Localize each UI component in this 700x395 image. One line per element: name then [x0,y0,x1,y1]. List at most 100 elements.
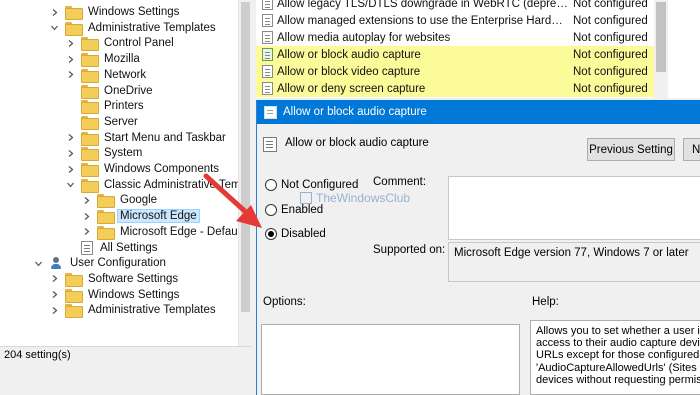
folder-icon [97,225,115,240]
help-text-line: access to their audio capture device. [536,337,700,350]
tree-pane: Windows Settings Administrative Templates… [0,0,238,346]
chevron-down-icon[interactable] [34,259,43,268]
tree-item[interactable]: Printers [66,98,146,115]
chevron-right-icon[interactable] [82,196,91,205]
tree-item[interactable]: OneDrive [66,83,155,99]
tree-item[interactable]: Windows Settings [50,287,181,303]
folder-icon [97,210,115,225]
tree-item-label: Mozilla [104,53,140,66]
chevron-right-icon[interactable] [66,149,75,158]
radio-disabled-circle[interactable] [265,228,277,240]
previous-setting-button[interactable]: Previous Setting [587,138,675,161]
policy-row[interactable]: Allow or block video capture Not configur… [256,63,654,80]
folder-icon [81,84,99,99]
tree-item-label: Classic Administrative Templates [104,178,238,191]
policy-state: Not configured [573,31,648,44]
tree-item[interactable]: Software Settings [50,271,180,287]
tree-item[interactable]: Administrative Templates [50,20,218,36]
chevron-right-icon[interactable] [82,212,91,221]
policy-name: Allow or block video capture [277,65,421,78]
policy-setting-icon [262,65,273,78]
tree-item[interactable]: Mozilla [66,51,142,68]
radio-not-configured-circle[interactable] [265,179,277,191]
policy-list-scrollbar-thumb[interactable] [656,2,666,72]
radio-not-configured[interactable]: Not Configured [265,179,358,191]
tree-item[interactable]: Administrative Templates [50,302,218,319]
tree-item[interactable]: Microsoft Edge [82,208,200,225]
radio-enabled[interactable]: Enabled [265,204,323,216]
tree-item[interactable]: Network [66,67,148,83]
watermark: TheWindowsClub [300,191,410,205]
chevron-right-icon[interactable] [82,227,91,236]
tree-item[interactable]: Windows Components [66,161,221,177]
radio-disabled[interactable]: Disabled [265,228,326,240]
help-text-line: URLs except for those configured in [536,349,700,362]
policy-list-scrollbar[interactable] [654,0,668,98]
policy-state: Not configured [573,48,648,61]
tree-item-label: Google [120,194,158,207]
policy-name: Allow media autoplay for websites [277,31,451,44]
tree-scrollbar[interactable] [238,0,252,346]
policy-setting-icon [262,48,273,61]
chevron-right-icon[interactable] [66,55,75,64]
help-label: Help: [532,296,559,308]
policy-row[interactable]: Allow media autoplay for websites Not con… [256,29,654,46]
chevron-right-icon[interactable] [66,133,75,142]
tree-item-label: Administrative Templates [88,304,216,317]
chevron-right-icon[interactable] [66,165,75,174]
next-setting-button[interactable]: N [683,138,700,161]
chevron-down-icon[interactable] [50,23,59,32]
tree-item[interactable]: Start Menu and Taskbar [66,130,228,146]
radio-enabled-circle[interactable] [265,204,277,216]
tree-item[interactable]: User Configuration [34,255,168,271]
folder-icon [65,6,83,20]
tree-item[interactable]: Microsoft Edge - Default Settings [82,224,238,240]
policy-row[interactable]: Allow or block audio capture Not configur… [256,46,654,63]
dialog-titlebar[interactable]: Allow or block audio capture [257,100,700,124]
tree-item[interactable]: Windows Settings [50,4,181,20]
folder-icon [81,100,99,115]
chevron-right-icon[interactable] [50,290,59,299]
help-text-line: Allows you to set whether a user is p [536,325,700,337]
policy-row[interactable]: Allow or deny screen capture Not configur… [256,80,654,97]
policy-list: Allow legacy TLS/DTLS downgrade in WebRT… [256,0,700,98]
policy-name: Allow legacy TLS/DTLS downgrade in WebRT… [277,0,571,10]
policy-name: Allow or block audio capture [277,48,421,61]
tree-scrollbar-thumb[interactable] [241,2,250,312]
comment-field[interactable] [448,176,700,240]
help-text-line: devices without requesting permissi [536,373,700,386]
policy-state: Not configured [573,0,648,10]
policy-icon [264,105,277,119]
policy-row[interactable]: Allow legacy TLS/DTLS downgrade in WebRT… [256,0,654,12]
folder-icon [65,304,83,319]
folder-icon [81,37,99,52]
policy-setting-icon [262,14,273,27]
status-bar: 204 setting(s) [0,346,252,395]
dialog-title: Allow or block audio capture [283,106,427,118]
tree-item[interactable]: Classic Administrative Templates [66,177,238,193]
options-panel[interactable] [261,324,520,395]
chevron-right-icon[interactable] [50,274,59,283]
watermark-logo-icon [300,192,312,204]
comment-label: Comment: [373,176,427,188]
chevron-right-icon[interactable] [50,306,59,315]
tree-item[interactable]: System [66,145,144,162]
help-text-line: 'AudioCaptureAllowedUrls' (Sites tha [536,361,700,374]
policy-state: Not configured [573,65,648,78]
chevron-right-icon[interactable] [66,70,75,79]
policy-state: Not configured [573,82,648,95]
folder-icon [81,53,99,68]
chevron-right-icon[interactable] [50,8,59,17]
tree-item[interactable]: Control Panel [66,35,176,52]
help-panel[interactable]: Allows you to set whether a user is p acc… [530,320,700,395]
tree-item[interactable]: Google [82,192,159,209]
folder-icon [81,115,99,130]
chevron-down-icon[interactable] [66,180,75,189]
tree-item[interactable]: Server [66,114,140,130]
chevron-right-icon[interactable] [66,39,75,48]
policy-row[interactable]: Allow managed extensions to use the Ente… [256,12,654,29]
policy-state: Not configured [573,14,648,27]
tree-item[interactable]: All Settings [66,240,160,256]
tree-item-label: Windows Components [104,163,220,175]
